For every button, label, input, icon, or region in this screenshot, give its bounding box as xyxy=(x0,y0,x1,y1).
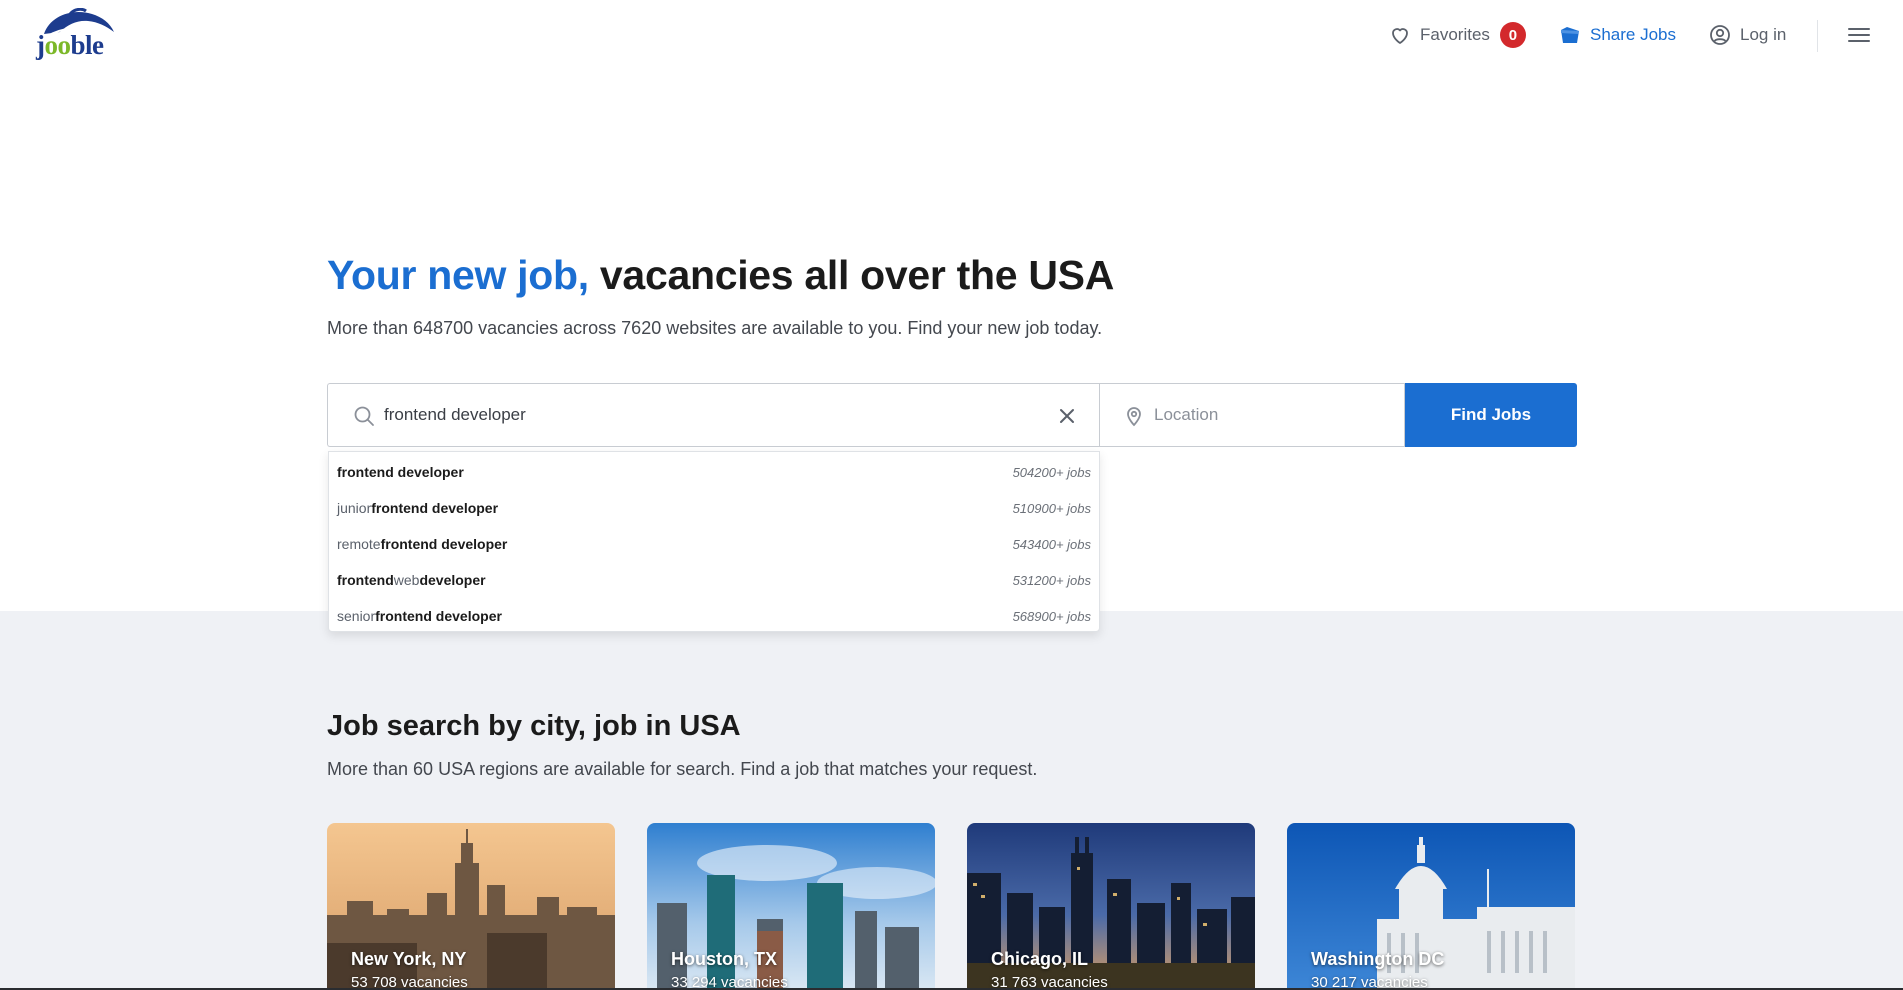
favorites-label: Favorites xyxy=(1420,25,1490,44)
jooble-logo[interactable]: jooble xyxy=(34,6,114,64)
location-pin-icon xyxy=(1122,404,1146,428)
search-icon xyxy=(352,404,376,428)
suggestion-count: 543400+ jobs xyxy=(1012,536,1091,552)
login-label: Log in xyxy=(1740,25,1787,44)
city-card-houston[interactable]: Houston, TX 33 294 vacancies xyxy=(647,823,935,990)
favorites-count-badge: 0 xyxy=(1499,22,1526,48)
city-name: New York, NY xyxy=(351,949,467,969)
city-card-chicago[interactable]: Chicago, IL 31 763 vacancies xyxy=(967,823,1255,990)
login-link[interactable]: Log in xyxy=(1708,18,1786,52)
close-icon[interactable] xyxy=(1055,404,1079,428)
suggestion-item[interactable]: junior frontend developer 510900+ jobs xyxy=(329,490,1099,526)
autocomplete-dropdown: frontend developer 504200+ jobs junior f… xyxy=(328,451,1100,632)
top-header: jooble Favorites 0 Share Jobs Log in xyxy=(0,0,1903,72)
share-jobs-label: Share Jobs xyxy=(1590,25,1676,44)
suggestion-count: 531200+ jobs xyxy=(1012,572,1091,588)
job-search-form: Find Jobs xyxy=(327,383,1577,447)
keyword-field xyxy=(327,383,1099,447)
page-title: Your new job, vacancies all over the USA xyxy=(327,252,1114,299)
find-jobs-button[interactable]: Find Jobs xyxy=(1405,383,1577,447)
suggestion-item[interactable]: senior frontend developer 568900+ jobs xyxy=(329,598,1099,634)
share-folder-icon xyxy=(1558,23,1582,47)
location-input[interactable] xyxy=(1154,384,1394,446)
location-field xyxy=(1099,383,1405,447)
logo-wordmark: jooble xyxy=(36,30,104,60)
menu-icon[interactable] xyxy=(1848,23,1870,47)
suggestion-count: 504200+ jobs xyxy=(1012,464,1091,480)
city-card-washington[interactable]: Washington DC 30 217 vacancies xyxy=(1287,823,1575,990)
city-card-new-york[interactable]: New York, NY 53 708 vacancies xyxy=(327,823,615,990)
suggestion-item[interactable]: remote frontend developer 543400+ jobs xyxy=(329,526,1099,562)
page-title-accent: Your new job, xyxy=(327,252,589,298)
favorites-link[interactable]: Favorites 0 xyxy=(1388,18,1526,52)
cities-title: Job search by city, job in USA xyxy=(327,710,741,742)
suggestion-item[interactable]: frontend developer 504200+ jobs xyxy=(329,454,1099,490)
city-name: Houston, TX xyxy=(671,949,777,969)
suggestion-count: 568900+ jobs xyxy=(1012,608,1091,624)
cities-subtitle: More than 60 USA regions are available f… xyxy=(327,759,1038,779)
share-jobs-link[interactable]: Share Jobs xyxy=(1558,18,1676,52)
keyword-input[interactable] xyxy=(384,384,1024,446)
user-circle-icon xyxy=(1708,23,1732,47)
suggestion-count: 510900+ jobs xyxy=(1012,500,1091,516)
cities-section xyxy=(0,611,1903,990)
city-name: Washington DC xyxy=(1311,949,1445,969)
city-name: Chicago, IL xyxy=(991,949,1089,969)
heart-icon xyxy=(1388,23,1412,47)
page-title-rest: vacancies all over the USA xyxy=(588,252,1115,298)
header-divider xyxy=(1817,20,1818,52)
suggestion-item[interactable]: frontend web developer 531200+ jobs xyxy=(329,562,1099,598)
page-subtitle: More than 648700 vacancies across 7620 w… xyxy=(327,318,1103,338)
